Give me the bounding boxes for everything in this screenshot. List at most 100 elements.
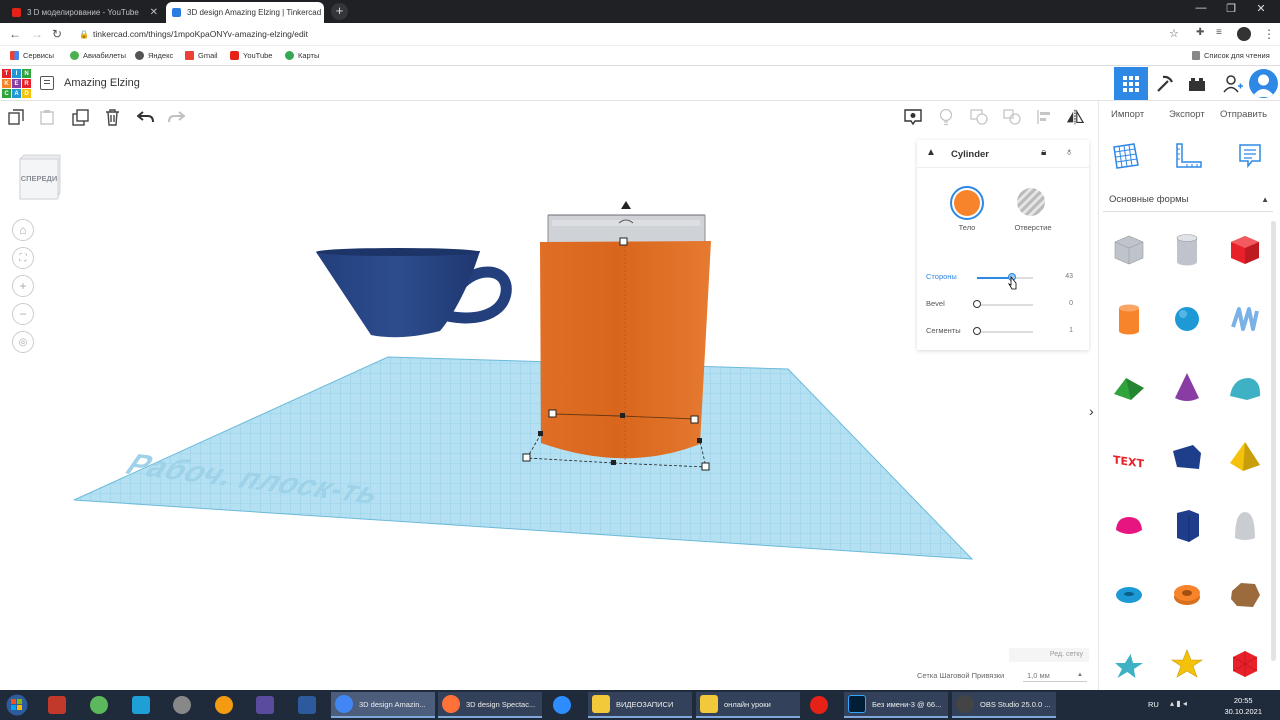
clock[interactable]: 20:55 30.10.2021 bbox=[1224, 695, 1262, 717]
3d-view-button[interactable] bbox=[1114, 67, 1148, 100]
media-icon[interactable]: ≡ bbox=[1216, 27, 1222, 38]
start-button[interactable] bbox=[6, 692, 36, 718]
segments-value[interactable]: 1 bbox=[1069, 327, 1073, 334]
shape-round-roof[interactable] bbox=[1225, 368, 1265, 408]
taskbar-window-obs[interactable]: OBS Studio 25.0.0 ... bbox=[952, 692, 1056, 718]
close-tab-icon[interactable]: ✕ bbox=[144, 7, 158, 18]
delete-button[interactable] bbox=[103, 108, 121, 126]
tinkercad-logo[interactable]: T I N K E R C A D bbox=[2, 69, 31, 98]
maximize-icon[interactable]: ❐ bbox=[1216, 2, 1246, 15]
pinned-app-camera[interactable] bbox=[48, 692, 72, 718]
pinned-app-torrent[interactable] bbox=[90, 692, 114, 718]
shape-sphere[interactable] bbox=[1167, 299, 1207, 339]
pinned-app-vs[interactable] bbox=[256, 692, 280, 718]
tray-icons[interactable]: ▴ ▮ ◂ bbox=[1170, 699, 1187, 708]
panel-toggle-chevron-icon[interactable]: › bbox=[1089, 403, 1094, 419]
hole-button[interactable] bbox=[1017, 188, 1045, 216]
shape-polyhedron[interactable] bbox=[1225, 644, 1265, 684]
bookmark-flights[interactable]: Авиабилеты bbox=[70, 51, 126, 60]
shape-cylinder[interactable] bbox=[1109, 299, 1149, 339]
close-window-icon[interactable]: ✕ bbox=[1246, 2, 1276, 15]
export-button[interactable]: Экспорт bbox=[1169, 109, 1205, 120]
shape-paraboloid[interactable] bbox=[1225, 506, 1265, 546]
shape-half-sphere[interactable] bbox=[1109, 506, 1149, 546]
shape-wedge[interactable] bbox=[1167, 437, 1207, 477]
shape-box-hole[interactable] bbox=[1109, 230, 1149, 270]
bookmark-yandex[interactable]: Яндекс bbox=[135, 51, 173, 60]
extensions-icon[interactable]: ✚ bbox=[1196, 27, 1204, 38]
notes-button[interactable] bbox=[904, 108, 922, 126]
bookmark-gmail[interactable]: Gmail bbox=[185, 51, 218, 60]
bookmark-maps[interactable]: Карты bbox=[285, 51, 319, 60]
profile-avatar[interactable] bbox=[1237, 27, 1251, 41]
taskbar-window-chrome[interactable]: 3D design Amazin... bbox=[331, 692, 435, 718]
ungroup-button[interactable] bbox=[1003, 108, 1021, 126]
workplane-tool-button[interactable] bbox=[1111, 141, 1141, 171]
shape-roof[interactable] bbox=[1109, 368, 1149, 408]
user-avatar[interactable] bbox=[1249, 69, 1278, 98]
pinned-app-vlc[interactable] bbox=[215, 692, 239, 718]
pinned-app-zoom[interactable] bbox=[553, 692, 577, 718]
solid-button[interactable] bbox=[950, 186, 984, 220]
fit-view-button[interactable]: ⛶ bbox=[12, 247, 34, 269]
align-button[interactable] bbox=[1035, 108, 1053, 126]
minimize-icon[interactable]: — bbox=[1186, 2, 1216, 14]
sides-value[interactable]: 43 bbox=[1065, 273, 1073, 280]
shape-cone[interactable] bbox=[1167, 368, 1207, 408]
bevel-slider-knob[interactable] bbox=[973, 300, 981, 308]
forward-icon[interactable]: → bbox=[31, 27, 43, 41]
bevel-value[interactable]: 0 bbox=[1069, 300, 1073, 307]
undo-button[interactable] bbox=[136, 108, 154, 126]
import-button[interactable]: Импорт bbox=[1111, 109, 1144, 120]
bevel-slider-track[interactable] bbox=[977, 304, 1033, 306]
browser-tab-youtube[interactable]: 3 D моделирование - YouTube ✕ bbox=[6, 2, 164, 23]
shape-polygon[interactable] bbox=[1167, 506, 1207, 546]
view-cube[interactable]: СПЕРЕДИ bbox=[18, 153, 62, 201]
reload-icon[interactable]: ↻ bbox=[52, 27, 62, 41]
bookmark-services[interactable]: Сервисы bbox=[10, 51, 54, 60]
close-tab-icon[interactable]: ✕ bbox=[321, 7, 324, 18]
lock-icon[interactable]: 🔒︎ bbox=[1041, 147, 1046, 158]
reading-list[interactable]: Список для чтения bbox=[1192, 51, 1270, 60]
menu-dots-icon[interactable]: ⋮ bbox=[1263, 27, 1275, 41]
bookmark-star-icon[interactable]: ☆ bbox=[1169, 27, 1179, 40]
shape-star[interactable] bbox=[1109, 644, 1149, 684]
collapse-icon[interactable]: ▲ bbox=[926, 147, 936, 158]
segments-slider-knob[interactable] bbox=[973, 327, 981, 335]
duplicate-button[interactable] bbox=[71, 108, 89, 126]
shape-icosahedron[interactable] bbox=[1225, 575, 1265, 615]
redo-button[interactable] bbox=[167, 108, 185, 126]
taskbar-window-firefox[interactable]: 3D design Spectac... bbox=[438, 692, 542, 718]
pinned-app-save[interactable] bbox=[298, 692, 322, 718]
snap-grid-select[interactable]: 1,0 мм ▲ bbox=[1023, 669, 1087, 682]
bookmark-youtube[interactable]: YouTube bbox=[230, 51, 272, 60]
send-button[interactable]: Отправить bbox=[1220, 109, 1267, 120]
copy-button[interactable] bbox=[7, 108, 25, 126]
taskbar-window-lessons[interactable]: онлайн уроки bbox=[696, 692, 800, 718]
taskbar-window-videos[interactable]: ВИДЕОЗАПИСИ bbox=[588, 692, 692, 718]
shape-torus[interactable] bbox=[1109, 575, 1149, 615]
pinned-app-yandex[interactable] bbox=[810, 692, 834, 718]
shape-text[interactable]: TEXT bbox=[1109, 437, 1149, 477]
shape-category-select[interactable]: Основные формы ▲ bbox=[1103, 188, 1273, 212]
shape-star-gold[interactable] bbox=[1167, 644, 1207, 684]
zoom-out-button[interactable]: − bbox=[12, 303, 34, 325]
new-tab-button[interactable]: + bbox=[331, 3, 348, 20]
perspective-button[interactable]: ◎ bbox=[12, 331, 34, 353]
paste-button[interactable] bbox=[38, 108, 56, 126]
shape-cylinder-hole[interactable] bbox=[1167, 230, 1207, 270]
language-indicator[interactable]: RU bbox=[1148, 700, 1159, 709]
light-button[interactable] bbox=[937, 108, 955, 126]
shape-box[interactable] bbox=[1225, 230, 1265, 270]
design-list-icon[interactable] bbox=[40, 76, 54, 90]
notes-tool-button[interactable] bbox=[1235, 141, 1265, 171]
shapes-scrollbar[interactable] bbox=[1271, 221, 1276, 661]
light-bulb-icon[interactable]: ♁ bbox=[1065, 146, 1073, 158]
edit-grid-button[interactable]: Ред. сетку bbox=[1009, 648, 1089, 662]
codeblocks-button[interactable] bbox=[1148, 67, 1182, 100]
browser-tab-tinkercad[interactable]: 3D design Amazing Elzing | Tinkercad ✕ bbox=[166, 2, 324, 23]
zoom-in-button[interactable]: + bbox=[12, 275, 34, 297]
segments-slider-track[interactable] bbox=[977, 331, 1033, 333]
invite-user-button[interactable] bbox=[1216, 67, 1250, 100]
mirror-button[interactable] bbox=[1066, 108, 1084, 126]
